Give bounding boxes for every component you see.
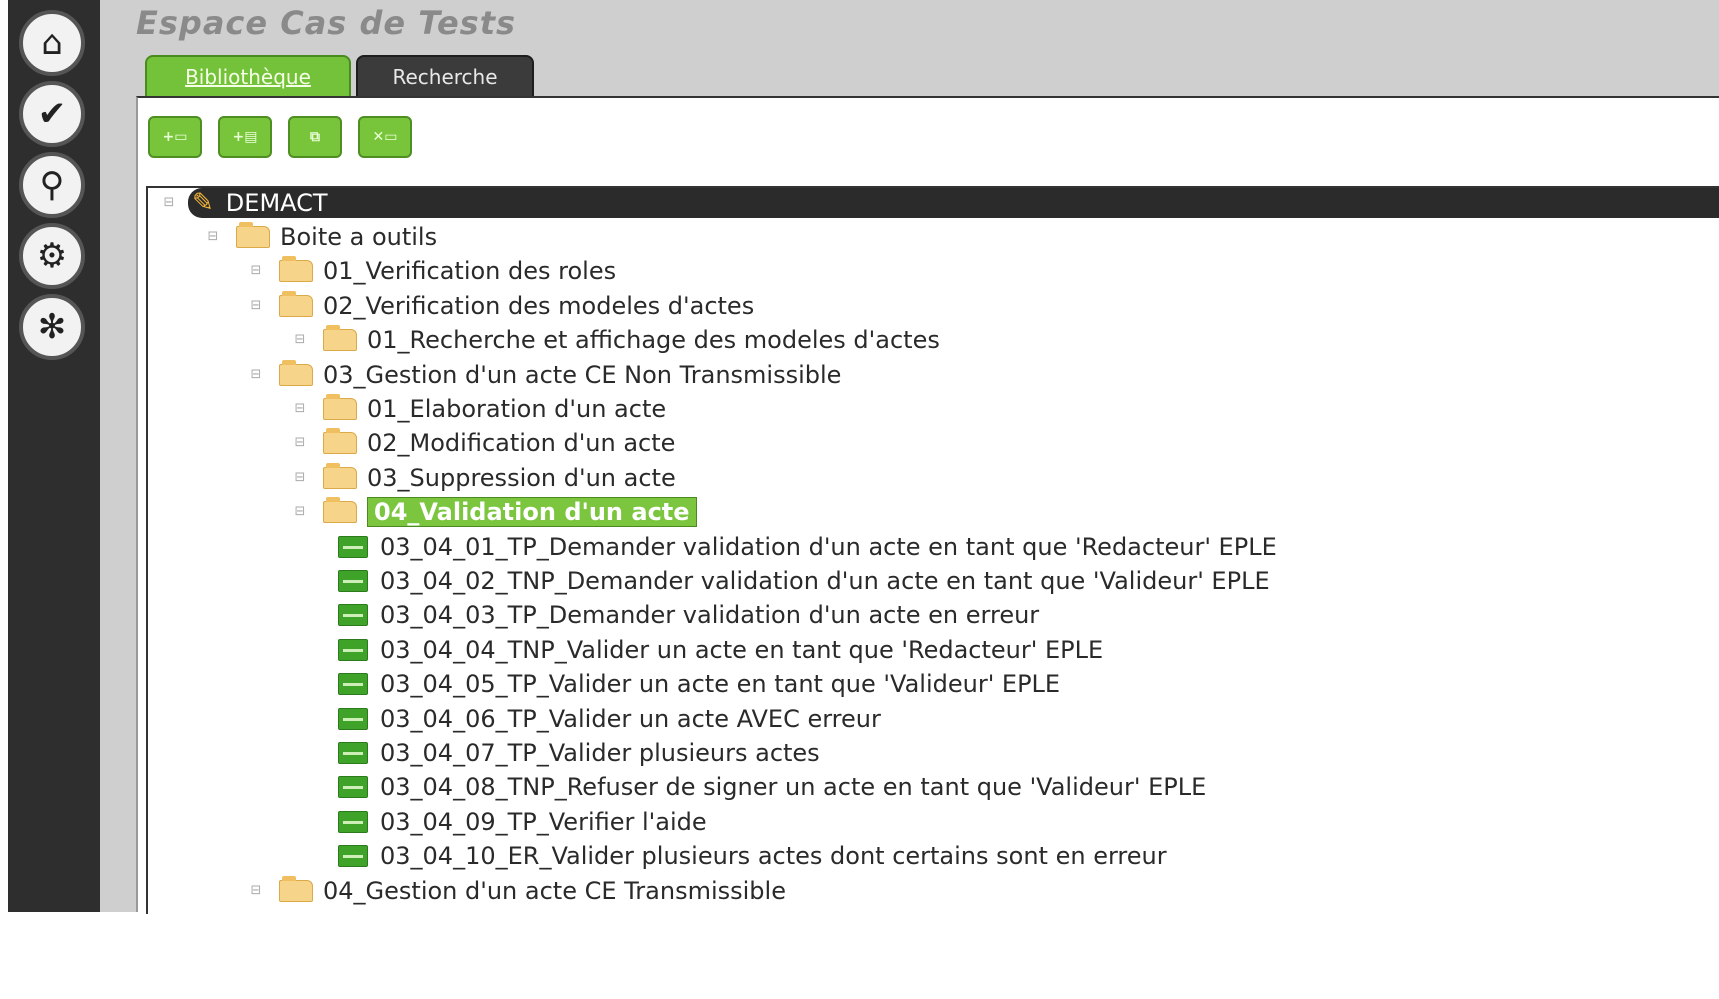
add-folder-button[interactable]: +▭ <box>148 116 202 158</box>
tree-item-label: 01_Elaboration d'un acte <box>367 395 667 423</box>
check-icon[interactable]: ✔ <box>19 81 85 147</box>
pin-icon[interactable]: ⚲ <box>19 152 85 218</box>
tree-test-item[interactable]: 03_04_08_TNP_Refuser de signer un acte e… <box>338 770 1206 804</box>
tree-item-label: 03_04_01_TP_Demander validation d'un act… <box>380 532 1277 561</box>
test-case-icon <box>338 570 368 592</box>
tree-test-item[interactable]: 03_04_05_TP_Valider un acte en tant que … <box>338 667 1060 701</box>
folder-icon <box>323 462 357 489</box>
folder-icon <box>279 875 313 902</box>
test-case-icon <box>338 535 368 558</box>
tree-item-label: 03_04_06_TP_Valider un acte AVEC erreur <box>380 704 881 733</box>
tree-item-label: 03_04_02_TNP_Demander validation d'un ac… <box>380 567 1270 595</box>
tree-item-label: 03_04_08_TNP_Refuser de signer un acte e… <box>380 773 1207 802</box>
tree-folder-item[interactable]: ⊟ 03_Gestion d'un acte CE Non Transmissib… <box>249 358 841 392</box>
folder-icon <box>279 256 313 283</box>
tree-item-label: 03_Gestion d'un acte CE Non Transmissibl… <box>323 360 842 389</box>
folder-icon <box>323 394 357 420</box>
page-title: Espace Cas de Tests <box>136 4 517 42</box>
tree-item-label: 03_04_04_TNP_Valider un acte en tant que… <box>380 635 1104 664</box>
test-case-tree: ⊟ ✎ DEMACT ⊟ Boite a outils ⊟ 01_Verificati… <box>146 186 1719 914</box>
collapse-icon[interactable]: ⊟ <box>293 402 307 416</box>
test-case-icon <box>338 638 368 661</box>
tree-folder-item[interactable]: ⊟ 02_Verification des modeles d'actes <box>249 289 754 323</box>
tree-test-item[interactable]: 03_04_01_TP_Demander validation d'un act… <box>338 530 1277 564</box>
test-case-icon <box>338 604 368 627</box>
collapse-icon[interactable]: ⊟ <box>293 333 307 347</box>
copy-button[interactable]: ⧉ <box>288 116 342 158</box>
tree-root-label: DEMACT <box>225 189 328 217</box>
tree-folder-item[interactable]: ⊟ 04_Gestion d'un acte CE Transmissible <box>249 874 786 908</box>
tree-folder-item[interactable]: ⊟ 04_Validation d'un acte <box>293 495 697 529</box>
collapse-icon[interactable]: ⊟ <box>249 367 263 382</box>
tree-item-label: 03_04_10_ER_Valider plusieurs actes dont… <box>380 842 1167 871</box>
folder-icon <box>323 325 357 352</box>
collapse-icon[interactable]: ⊟ <box>293 505 307 519</box>
tree-item-label: Boite a outils <box>280 223 438 251</box>
gears-icon[interactable]: ⚙ <box>19 223 85 289</box>
tab-bibliotheque[interactable]: Bibliothèque <box>145 55 351 99</box>
tree-folder-item[interactable]: ⊟ Boite a outils <box>206 220 437 254</box>
app-sidebar: ⌂ ✔ ⚲ ⚙ ✻ <box>8 0 100 912</box>
collapse-icon[interactable]: ⊟ <box>249 883 263 898</box>
collapse-icon[interactable]: ⊟ <box>249 298 263 313</box>
tree-test-item[interactable]: 03_04_06_TP_Valider un acte AVEC erreur <box>338 702 881 736</box>
tree-folder-item[interactable]: ⊟ 01_Elaboration d'un acte <box>293 392 666 426</box>
collapse-icon[interactable]: ⊟ <box>293 436 307 450</box>
tree-folder-item[interactable]: ⊟ 02_Modification d'un acte <box>293 426 675 460</box>
tree-item-label: 03_04_05_TP_Valider un acte en tant que … <box>380 670 1061 699</box>
tree-test-item[interactable]: 03_04_09_TP_Verifier l'aide <box>338 805 707 839</box>
folder-icon <box>279 290 313 317</box>
test-case-icon <box>338 673 368 696</box>
tree-item-label: 02_Verification des modeles d'actes <box>323 291 755 320</box>
test-case-icon <box>338 742 368 764</box>
tree-item-label: 03_Suppression d'un acte <box>367 463 676 492</box>
tree-folder-item[interactable]: ⊟ 01_Recherche et affichage des modeles d… <box>293 323 940 357</box>
tab-recherche[interactable]: Recherche <box>356 55 534 99</box>
collapse-icon[interactable]: ⊟ <box>249 264 263 278</box>
test-case-icon <box>338 810 368 833</box>
collapse-icon[interactable]: ⊟ <box>293 470 307 485</box>
tree-folder-item[interactable]: ⊟ 03_Suppression d'un acte <box>293 461 676 495</box>
tree-item-label: 03_04_03_TP_Demander validation d'un act… <box>380 601 1040 630</box>
home-icon[interactable]: ⌂ <box>19 10 85 76</box>
tree-test-item[interactable]: 03_04_10_ER_Valider plusieurs actes dont… <box>338 839 1167 873</box>
add-test-button[interactable]: +▤ <box>218 116 272 158</box>
bug-icon[interactable]: ✻ <box>19 294 85 360</box>
tree-test-item[interactable]: 03_04_03_TP_Demander validation d'un act… <box>338 598 1039 632</box>
tree-root[interactable]: ⊟ ✎ DEMACT <box>162 186 328 220</box>
collapse-icon[interactable]: ⊟ <box>206 230 220 244</box>
tree-item-label: 01_Verification des roles <box>323 257 617 286</box>
folder-icon <box>323 428 357 455</box>
main-panel: Espace Cas de Tests Bibliothèque Recherc… <box>100 0 1719 914</box>
tree-item-label: 03_04_09_TP_Verifier l'aide <box>380 807 707 836</box>
pencil-icon: ✎ <box>192 188 214 218</box>
test-case-icon <box>338 776 368 799</box>
tree-folder-item[interactable]: ⊟ 01_Verification des roles <box>249 254 616 288</box>
tree-item-label: 04_Gestion d'un acte CE Transmissible <box>323 876 786 905</box>
tree-test-item[interactable]: 03_04_04_TNP_Valider un acte en tant que… <box>338 633 1103 667</box>
library-workspace: +▭ +▤ ⧉ ✕▭ ⊟ ✎ DEMACT ⊟ Boite a outils ⊟ 01… <box>136 96 1719 914</box>
tree-item-label: 04_Validation d'un acte <box>367 497 697 528</box>
tree-test-item[interactable]: 03_04_02_TNP_Demander validation d'un ac… <box>338 564 1270 598</box>
tree-item-label: 02_Modification d'un acte <box>367 429 676 458</box>
collapse-icon[interactable]: ⊟ <box>162 196 176 210</box>
tree-root-bar <box>188 188 1719 218</box>
tree-item-label: 03_04_07_TP_Valider plusieurs actes <box>380 739 820 767</box>
tree-item-label: 01_Recherche et affichage des modeles d'… <box>367 326 940 355</box>
delete-button[interactable]: ✕▭ <box>358 116 412 158</box>
folder-icon <box>279 359 313 386</box>
tree-test-item[interactable]: 03_04_07_TP_Valider plusieurs actes <box>338 736 820 770</box>
test-case-icon <box>338 707 368 730</box>
folder-icon <box>236 222 270 248</box>
test-case-icon <box>338 845 368 868</box>
folder-icon <box>323 497 357 524</box>
